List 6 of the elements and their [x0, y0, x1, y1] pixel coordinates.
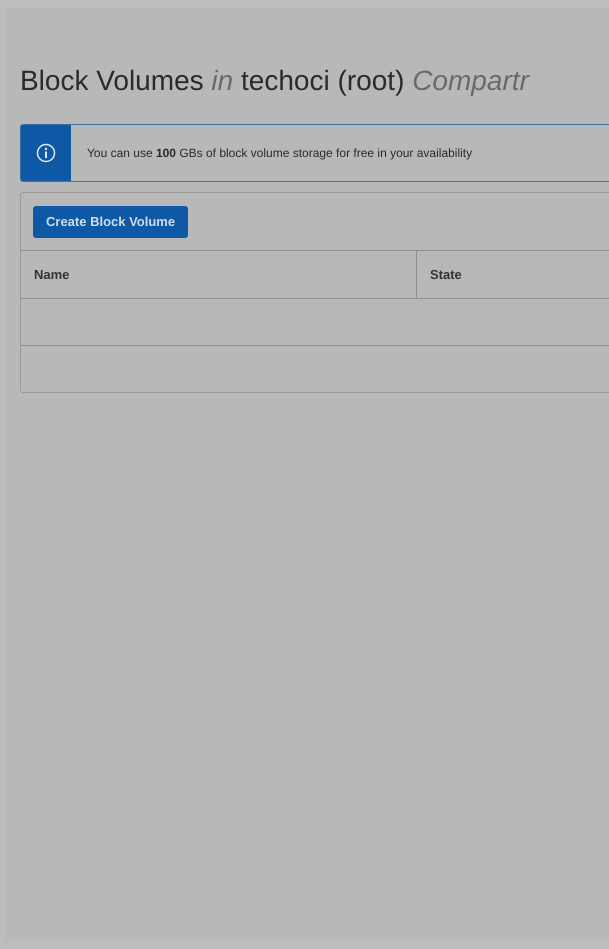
create-block-volume-button[interactable]: Create Block Volume	[33, 206, 188, 238]
page-title: Block Volumes in techoci (root) Compartr	[20, 64, 531, 98]
column-header[interactable]: State	[417, 251, 609, 298]
column-header[interactable]: Name	[21, 251, 417, 298]
info-icon	[36, 143, 56, 163]
info-message: You can use 100 GBs of block volume storage for free in your availability	[87, 146, 472, 160]
